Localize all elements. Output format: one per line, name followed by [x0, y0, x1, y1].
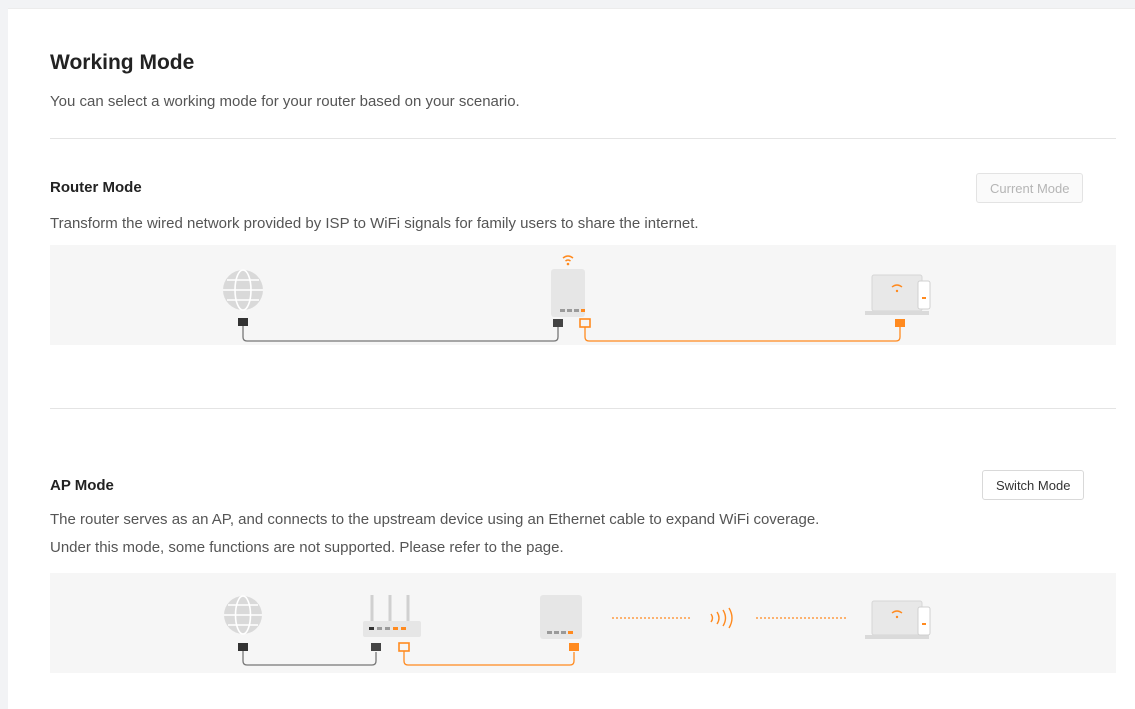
ap-mode-title: AP Mode	[50, 477, 114, 494]
switch-mode-button[interactable]: Switch Mode	[982, 470, 1085, 500]
phone-icon	[917, 280, 931, 310]
laptop-port-icon	[895, 319, 905, 327]
wired-cable-lan	[584, 327, 901, 342]
router-mode-title: Router Mode	[50, 179, 142, 196]
ap-mode-description-line2: Under this mode, some functions are not …	[50, 539, 564, 556]
router-mode-description: Transform the wired network provided by …	[50, 215, 699, 232]
globe-icon	[223, 269, 263, 311]
router-lan-port-icon	[553, 319, 563, 327]
ap-mode-diagram	[50, 573, 1116, 673]
router-wan-port-icon	[579, 318, 591, 328]
ap-mode-description-line1: The router serves as an AP, and connects…	[50, 511, 820, 528]
section-divider	[50, 408, 1116, 409]
router-icon	[540, 595, 582, 639]
globe-port-icon	[238, 318, 248, 326]
upstream-router-lan-port-icon	[398, 642, 410, 652]
globe-icon	[224, 595, 262, 635]
header-divider	[50, 138, 1116, 139]
page-subtitle: You can select a working mode for your r…	[50, 93, 520, 110]
wired-cable-lan	[403, 651, 575, 666]
globe-port-icon	[238, 643, 248, 651]
current-mode-button[interactable]: Current Mode	[976, 173, 1084, 203]
router-icon	[551, 269, 585, 317]
wifi-signal-icon	[562, 255, 574, 266]
phone-icon	[917, 606, 931, 636]
wireless-signal-icon	[612, 607, 848, 629]
working-mode-card: Working Mode You can select a working mo…	[8, 8, 1135, 709]
upstream-router-icon	[363, 595, 421, 637]
wired-cable-wan	[242, 651, 377, 666]
page-title: Working Mode	[50, 51, 195, 74]
wired-cable-wan	[242, 326, 559, 342]
router-port-icon	[569, 643, 579, 651]
upstream-router-wan-port-icon	[371, 643, 381, 651]
router-mode-diagram	[50, 245, 1116, 345]
